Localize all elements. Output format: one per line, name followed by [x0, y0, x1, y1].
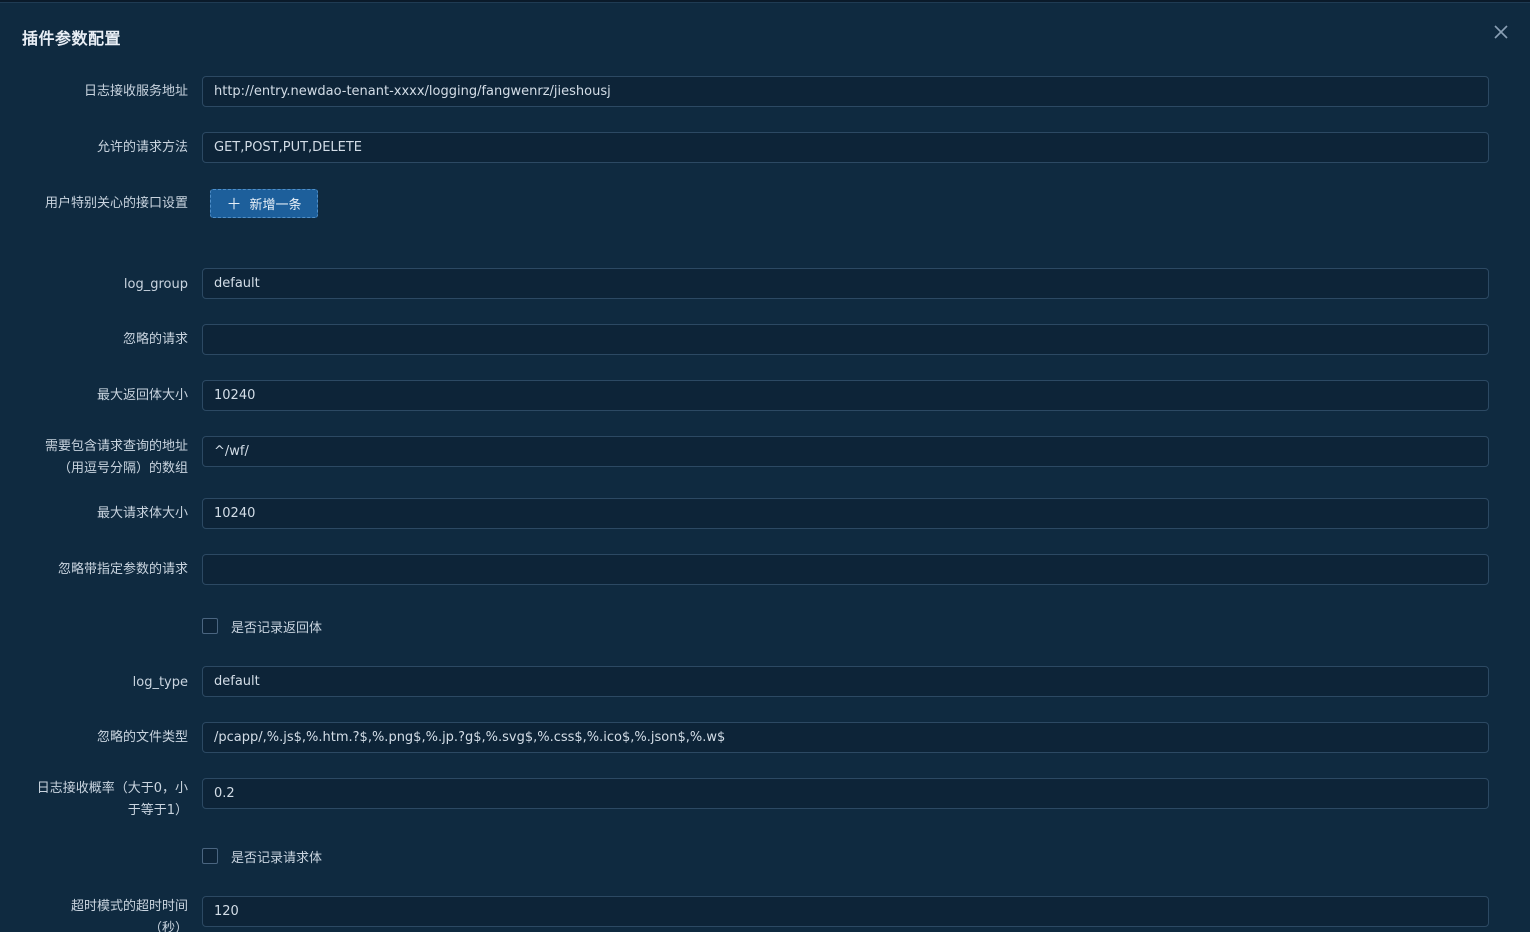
log-group-input[interactable]: default — [202, 268, 1489, 299]
close-icon[interactable] — [1492, 23, 1510, 41]
ignored-file-types-input[interactable]: /pcapp/,%.js$,%.htm.?$,%.png$,%.jp.?g$,%… — [202, 722, 1489, 753]
record-request-body-checkbox[interactable] — [202, 848, 218, 864]
log-url-input[interactable]: http://entry.newdao-tenant-xxxx/logging/… — [202, 76, 1489, 107]
max-request-size-label: 最大请求体大小 — [96, 506, 188, 521]
dialog-title: 插件参数配置 — [22, 29, 122, 48]
include-query-urls-label-line2: （用逗号分隔）的数组 — [57, 461, 188, 476]
include-query-urls-label-line1: 需要包含请求查询的地址 — [44, 439, 188, 454]
record-response-body-option[interactable]: 是否记录返回体 — [202, 616, 322, 636]
max-response-size-label: 最大返回体大小 — [96, 388, 188, 403]
ignored-requests-label: 忽略的请求 — [122, 332, 188, 347]
log-type-label: log_type — [132, 675, 188, 690]
ignore-with-params-input[interactable] — [202, 554, 1489, 585]
timeout-label-line2: （秒） — [148, 921, 188, 932]
plugin-config-dialog: 插件参数配置 日志接收服务地址 http://entry.newdao-tena… — [0, 2, 1530, 932]
record-request-body-label: 是否记录请求体 — [231, 850, 323, 866]
ignore-with-params-label: 忽略带指定参数的请求 — [57, 562, 188, 577]
sample-rate-label-line1: 日志接收概率（大于0，小 — [36, 781, 188, 796]
allowed-methods-input[interactable]: GET,POST,PUT,DELETE — [202, 132, 1489, 163]
record-request-body-option[interactable]: 是否记录请求体 — [202, 846, 322, 866]
allowed-methods-label: 允许的请求方法 — [96, 140, 188, 155]
record-response-body-checkbox[interactable] — [202, 618, 218, 634]
special-api-label: 用户特别关心的接口设置 — [44, 196, 188, 211]
log-group-label: log_group — [123, 277, 188, 292]
ignored-requests-input[interactable] — [202, 324, 1489, 355]
sample-rate-label-line2: 于等于1） — [127, 803, 188, 818]
add-entry-label: 新增一条 — [249, 198, 302, 213]
timeout-label-line1: 超时模式的超时时间 — [70, 899, 188, 914]
ignored-file-types-label: 忽略的文件类型 — [96, 730, 188, 745]
max-response-size-input[interactable]: 10240 — [202, 380, 1489, 411]
max-request-size-input[interactable]: 10240 — [202, 498, 1489, 529]
plus-icon: ＋ — [226, 195, 242, 213]
add-entry-button[interactable]: ＋ 新增一条 — [210, 189, 318, 218]
log-type-input[interactable]: default — [202, 666, 1489, 697]
sample-rate-input[interactable]: 0.2 — [202, 778, 1489, 809]
include-query-urls-input[interactable]: ^/wf/ — [202, 436, 1489, 467]
record-response-body-label: 是否记录返回体 — [231, 620, 323, 636]
timeout-input[interactable]: 120 — [202, 896, 1489, 927]
log-url-label: 日志接收服务地址 — [83, 84, 188, 99]
